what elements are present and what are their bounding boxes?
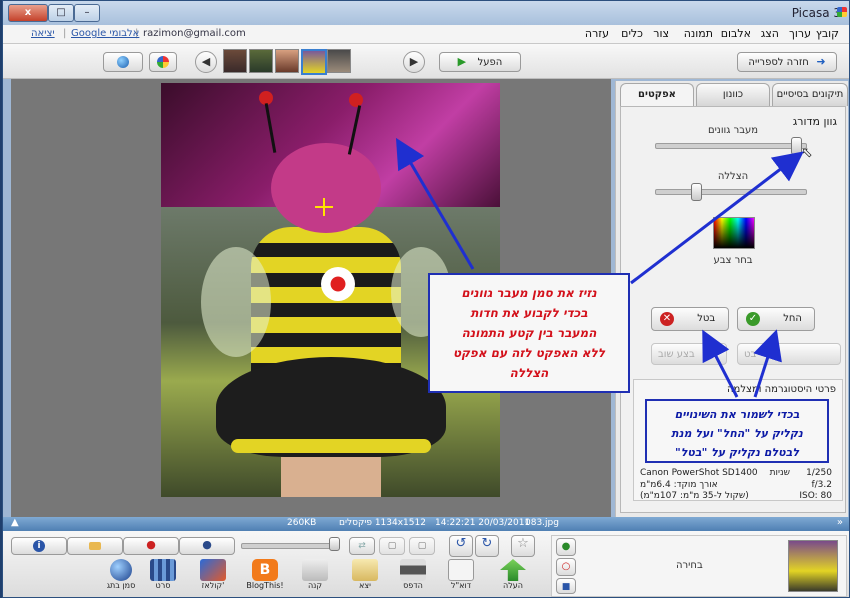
selection-tray: בחירה ● ○ ■ xyxy=(551,535,847,597)
person-icon: ● xyxy=(202,538,212,551)
selection-label: בחירה xyxy=(676,560,703,571)
folder-icon xyxy=(352,559,378,581)
status-filename: 083.jpg xyxy=(525,518,559,528)
collage-icon xyxy=(200,559,226,581)
rotate-left-button[interactable]: ↺ xyxy=(449,535,473,557)
annotation-arrows xyxy=(395,137,804,398)
tag-button[interactable] xyxy=(67,537,123,555)
bottom-bar: i ● ● ⇄ ▢ ▢ ↺ ↻ ☆ העלה דוא"ל הדפס יצא קנ… xyxy=(3,531,849,597)
tag-icon xyxy=(89,542,101,550)
printer-icon xyxy=(400,559,426,581)
map-pin-icon: ● xyxy=(146,538,156,551)
google-earth-icon xyxy=(110,559,132,581)
star-button[interactable]: ☆ xyxy=(511,535,535,557)
shopping-icon xyxy=(302,559,328,581)
print-action[interactable]: הדפס xyxy=(391,559,435,590)
album-icon: ■ xyxy=(561,582,571,592)
email-action[interactable]: דוא"ל xyxy=(439,559,483,590)
arrow-to-cancel xyxy=(702,329,739,398)
expand-right-icon[interactable]: » xyxy=(837,517,843,528)
fullscreen-button[interactable]: ▢ xyxy=(409,537,435,555)
actual-size-button[interactable]: ▢ xyxy=(379,537,405,555)
movie-action[interactable]: סרט xyxy=(141,559,185,590)
star-icon: ☆ xyxy=(517,536,529,551)
clear-selection-button[interactable]: ○ xyxy=(556,558,576,576)
hold-button[interactable]: ● xyxy=(556,538,576,556)
clear-icon: ○ xyxy=(561,561,571,572)
zoom-slider[interactable] xyxy=(241,543,333,549)
film-icon xyxy=(150,559,176,581)
blogger-icon: B xyxy=(252,559,278,581)
zoom-icon: ⇄ xyxy=(358,541,366,551)
zoom-fit-button[interactable]: ⇄ xyxy=(349,537,375,555)
export-action[interactable]: יצא xyxy=(343,559,387,590)
pin-icon: ● xyxy=(561,541,571,552)
collage-action[interactable]: קולאז' xyxy=(191,559,235,590)
upload-action[interactable]: העלה xyxy=(491,559,535,590)
rotate-right-icon: ↻ xyxy=(481,536,493,551)
expand-left-icon[interactable]: ▲ xyxy=(11,517,19,528)
app-window: x □ – Picasa 3 קובץ ערוך הצג אלבום תמונה… xyxy=(2,0,850,598)
email-label: דוא"ל xyxy=(450,581,472,590)
arrow-to-image xyxy=(395,137,475,270)
info-icon: i xyxy=(33,540,45,552)
export-label: יצא xyxy=(359,581,371,590)
location-button[interactable]: ● xyxy=(123,537,179,555)
zoom-slider-knob[interactable] xyxy=(329,537,340,551)
shop-action[interactable]: קנה xyxy=(293,559,337,590)
status-filesize: 260KB xyxy=(287,518,317,528)
info-button[interactable]: i xyxy=(11,537,67,555)
blogthis-label: BlogThis! xyxy=(246,581,284,590)
envelope-icon xyxy=(448,559,474,581)
status-dimensions: 1134x1512 פיקסלים xyxy=(339,518,426,528)
movie-label: סרט xyxy=(155,581,171,590)
upload-arrow-icon xyxy=(500,559,526,581)
image-icon: ▢ xyxy=(417,541,427,551)
shop-label: קנה xyxy=(307,581,323,590)
rotate-right-button[interactable]: ↻ xyxy=(475,535,499,557)
print-label: הדפס xyxy=(403,581,423,590)
arrow-to-fade-slider xyxy=(630,151,804,285)
collage-label: קולאז' xyxy=(201,581,225,590)
status-bar: ▲ 260KB 1134x1512 פיקסלים 14:22:21 20/03… xyxy=(3,517,849,531)
status-datetime: 14:22:21 20/03/2011 xyxy=(435,518,531,528)
blogthis-action[interactable]: B BlogThis! xyxy=(243,559,287,590)
image-icon: ▢ xyxy=(387,541,397,551)
add-to-album-button[interactable]: ■ xyxy=(556,578,576,594)
geotag-action[interactable]: סמן בתג xyxy=(99,559,143,590)
geotag-label: סמן בתג xyxy=(106,581,136,590)
people-button[interactable]: ● xyxy=(179,537,235,555)
arrow-to-apply xyxy=(753,329,782,398)
selection-thumbnail[interactable] xyxy=(788,540,838,592)
rotate-left-icon: ↺ xyxy=(455,536,467,551)
upload-label: העלה xyxy=(502,581,523,590)
